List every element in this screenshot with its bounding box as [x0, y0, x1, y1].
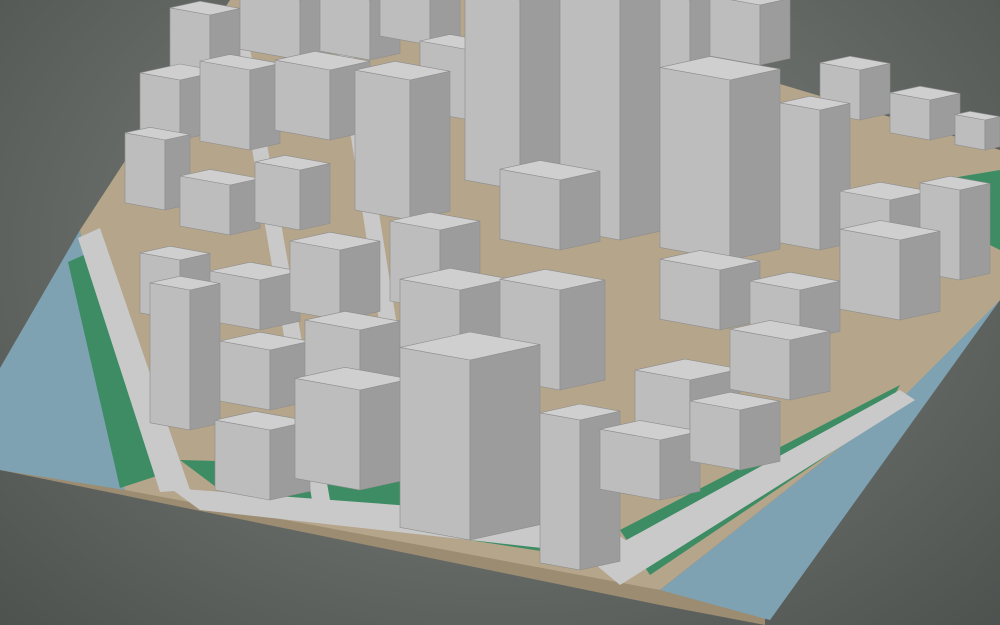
building-15-face-0 — [124, 132, 166, 211]
building-17-face-1 — [299, 163, 331, 231]
building-17-face-0 — [254, 161, 301, 231]
building-18-face-0 — [354, 69, 411, 221]
building-42-face-0 — [399, 347, 471, 541]
building-34-face-0 — [219, 340, 271, 411]
building-32-face-1 — [899, 230, 941, 321]
building-13-face-0 — [889, 92, 931, 141]
building-30-face-0 — [659, 258, 721, 331]
building-24-face-1 — [959, 183, 991, 281]
building-18-face-1 — [409, 70, 451, 221]
building-45-face-0 — [689, 400, 741, 471]
building-6-face-0 — [274, 59, 331, 141]
building-2-face-0 — [319, 0, 371, 61]
building-22-face-0 — [779, 102, 821, 251]
building-16-face-0 — [179, 175, 231, 236]
buildings-layer — [124, 0, 1000, 571]
building-14-face-0 — [954, 114, 986, 151]
building-29-face-0 — [499, 168, 561, 251]
building-37-face-1 — [559, 279, 606, 391]
building-39-face-1 — [789, 330, 831, 401]
building-14-face-1 — [984, 116, 1000, 151]
building-44-face-0 — [599, 428, 661, 501]
building-21-face-0 — [659, 67, 731, 261]
building-33-face-1 — [189, 283, 221, 431]
3d-viewport[interactable] — [0, 0, 1000, 625]
building-11-face-0 — [709, 0, 761, 66]
building-20-face-1 — [619, 0, 661, 241]
building-5-face-0 — [199, 60, 251, 151]
building-27-face-1 — [339, 240, 381, 321]
city-model-canvas — [0, 0, 1000, 625]
building-41-face-0 — [294, 377, 361, 491]
building-21-face-1 — [729, 68, 781, 261]
building-39-face-0 — [729, 328, 791, 401]
building-1-face-0 — [239, 0, 301, 61]
building-45-face-1 — [739, 400, 781, 471]
building-33-face-0 — [149, 282, 191, 431]
building-11-face-1 — [759, 0, 791, 66]
building-29-face-1 — [559, 170, 601, 251]
building-12-face-1 — [859, 63, 891, 121]
building-43-face-0 — [539, 412, 581, 571]
building-27-face-0 — [289, 240, 341, 321]
building-42-face-1 — [469, 344, 541, 541]
building-40-face-0 — [214, 419, 271, 501]
building-32-face-0 — [839, 228, 901, 321]
building-19-face-0 — [464, 0, 521, 191]
